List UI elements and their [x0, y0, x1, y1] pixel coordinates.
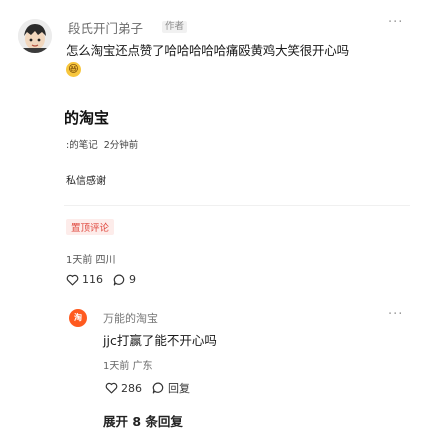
heart-icon	[105, 382, 118, 394]
post-title[interactable]: 的淘宝	[64, 107, 109, 128]
avatar-image	[18, 19, 52, 53]
comment-actions: 116 9	[66, 273, 146, 286]
author-badge: 作者	[162, 21, 188, 33]
avatar[interactable]	[18, 19, 52, 53]
comment-username[interactable]: 段氏开门弟子	[68, 18, 143, 37]
post-meta: :的笔记 2分钟前	[66, 137, 144, 151]
reply-actions: 286 回复	[105, 380, 200, 396]
like-button[interactable]: 116	[66, 273, 103, 286]
reply-more-options-icon[interactable]: ···	[388, 307, 403, 322]
post-source: :的笔记	[66, 140, 98, 151]
reply-count: 9	[129, 273, 136, 286]
reply-like-count: 286	[121, 381, 142, 395]
reply-time-location: 1天前 广东	[103, 361, 153, 372]
reply-label: 回复	[168, 382, 190, 395]
heart-icon	[66, 274, 79, 285]
reply-count-button[interactable]: 9	[113, 273, 136, 286]
reply-avatar[interactable]: 淘	[69, 309, 87, 327]
like-count: 116	[82, 273, 103, 286]
comment-bubble-icon	[113, 274, 125, 285]
reply-text: jjc打赢了能不开心吗	[103, 333, 217, 348]
reply-username[interactable]: 万能的淘宝	[103, 310, 158, 326]
private-thanks-button[interactable]: 私信感谢	[66, 172, 106, 187]
reply-like-button[interactable]: 286	[105, 382, 142, 395]
laughing-emoji-icon: 😆	[66, 62, 81, 77]
comment-time-location: 1天前 四川	[66, 255, 116, 266]
reply-button[interactable]: 回复	[152, 380, 190, 396]
more-options-icon[interactable]: ···	[388, 15, 403, 30]
divider	[64, 205, 410, 206]
expand-replies-button[interactable]: 展开 8 条回复	[103, 411, 183, 430]
pinned-badge: 置顶评论	[66, 219, 115, 235]
comment-text: 怎么淘宝还点赞了哈哈哈哈哈痛殴黄鸡大笑很开心吗	[66, 43, 349, 58]
post-time: 2分钟前	[103, 140, 139, 151]
comment-bubble-icon	[152, 382, 164, 394]
